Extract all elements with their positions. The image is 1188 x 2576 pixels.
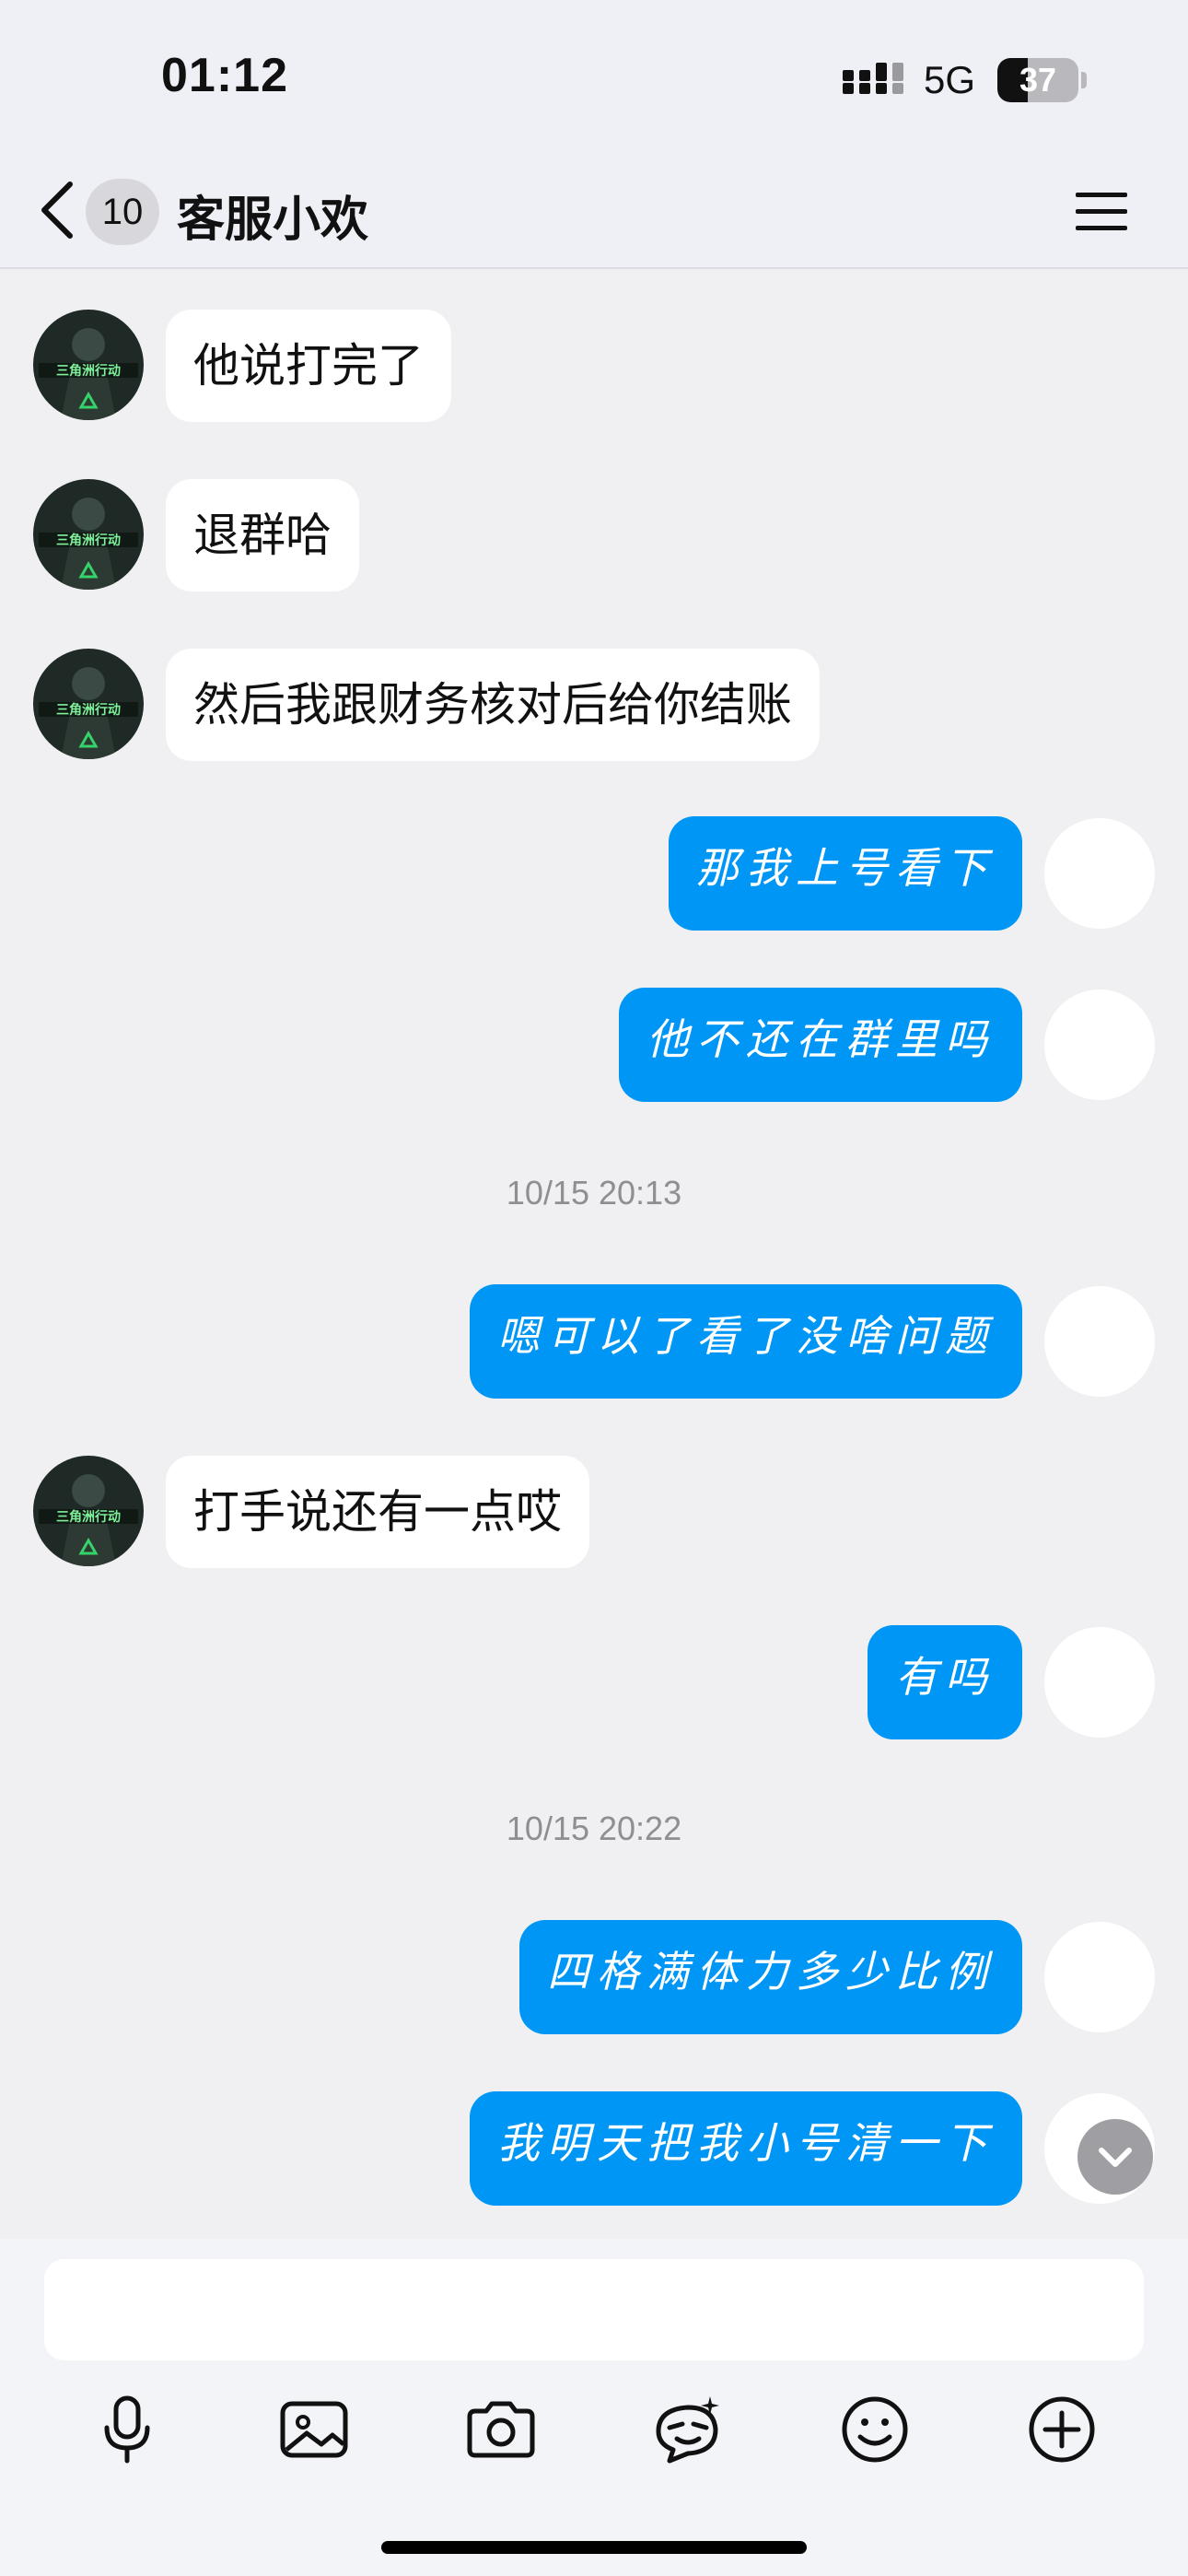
message-list[interactable]: 三角洲行动 他说打完了 三角洲行动 退群哈 三角洲行动 然后我跟财务核对后给你结… [0,269,1188,2239]
chevron-down-icon [1099,2148,1132,2167]
sticker-icon[interactable] [649,2391,727,2468]
message-bubble-incoming[interactable]: 打手说还有一点哎 [166,1456,589,1568]
message-bubble-incoming[interactable]: 然后我跟财务核对后给你结账 [166,649,820,761]
chevron-left-icon[interactable] [37,179,77,241]
user-avatar[interactable] [1044,1286,1155,1397]
user-avatar[interactable] [1044,1627,1155,1738]
user-avatar[interactable] [1044,989,1155,1100]
emoji-icon[interactable] [836,2391,914,2468]
microphone-icon[interactable] [88,2391,166,2468]
avatar-label: 三角洲行动 [56,702,121,718]
battery-icon: 37 [997,58,1078,102]
chat-title: 客服小欢 [177,193,369,248]
battery-tip [1081,72,1087,88]
user-avatar[interactable] [1044,1922,1155,2032]
contact-avatar[interactable]: 三角洲行动 [33,310,144,420]
status-bar: 01:12 5G 37 [0,0,1188,157]
chat-header: 10 客服小欢 [0,157,1188,269]
message-bubble-outgoing[interactable]: 那我上号看下 [669,816,1022,931]
avatar-label: 三角洲行动 [56,363,121,379]
scroll-to-bottom-button[interactable] [1077,2119,1153,2195]
contact-avatar[interactable]: 三角洲行动 [33,1456,144,1566]
network-type: 5G [924,58,976,101]
message-bubble-outgoing[interactable]: 他不还在群里吗 [619,988,1022,1102]
contact-avatar[interactable]: 三角洲行动 [33,649,144,759]
plus-icon[interactable] [1023,2391,1101,2468]
battery-level: 37 [1019,61,1057,99]
timestamp-divider: 10/15 20:22 [506,1809,682,1847]
cellular-signal-icon [843,63,903,94]
hamburger-menu-icon[interactable] [1076,189,1127,233]
status-time: 01:12 [161,49,288,102]
user-avatar[interactable] [1044,818,1155,929]
timestamp-divider: 10/15 20:13 [506,1174,682,1212]
message-bubble-outgoing[interactable]: 有吗 [868,1625,1022,1739]
message-input[interactable] [44,2259,1144,2360]
unread-count-badge[interactable]: 10 [86,179,159,245]
message-bubble-incoming[interactable]: 退群哈 [166,479,359,591]
message-bubble-incoming[interactable]: 他说打完了 [166,310,451,422]
home-indicator [381,2541,807,2554]
message-bubble-outgoing[interactable]: 四格满体力多少比例 [519,1920,1022,2034]
camera-icon[interactable] [462,2391,540,2468]
contact-avatar[interactable]: 三角洲行动 [33,479,144,590]
image-icon[interactable] [275,2391,353,2468]
message-bubble-outgoing[interactable]: 嗯可以了看了没啥问题 [470,1284,1022,1399]
avatar-label: 三角洲行动 [56,1509,121,1525]
avatar-label: 三角洲行动 [56,533,121,548]
composer [0,2239,1188,2576]
message-bubble-outgoing[interactable]: 我明天把我小号清一下 [470,2091,1022,2206]
